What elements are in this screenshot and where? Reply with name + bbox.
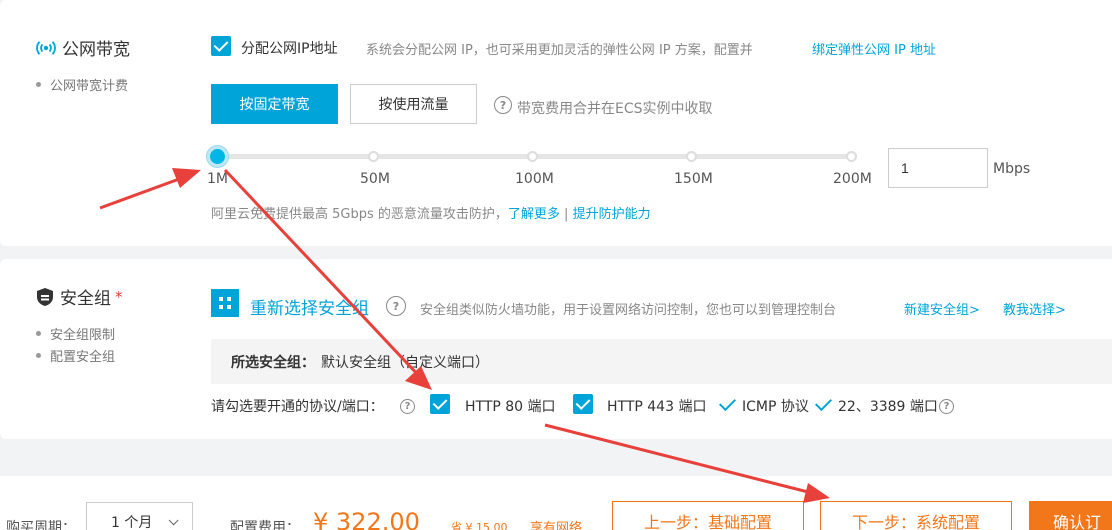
fixed-bandwidth-button[interactable]: 按固定带宽	[211, 84, 338, 124]
slider-tick	[368, 151, 379, 162]
assign-ip-desc: 系统会分配公网 IP，也可采用更加灵活的弹性公网 IP 方案，配置并	[366, 43, 753, 58]
slider-tick-label: 150M	[674, 171, 713, 187]
ssh-rdp-check-icon	[815, 394, 832, 414]
icmp-label: ICMP 协议	[742, 399, 809, 415]
savings-text: 省 ¥ 15.00	[451, 521, 508, 530]
ports-label: 请勾选要开通的协议/端口：	[211, 399, 384, 415]
ssh-rdp-help-icon[interactable]: ?	[939, 397, 954, 414]
port-80-checkbox[interactable]	[430, 394, 450, 414]
confirm-order-button[interactable]: 确认订	[1029, 501, 1112, 530]
billing-help-icon[interactable]: ?	[494, 96, 512, 114]
slider-tick	[527, 151, 538, 162]
learn-more-link[interactable]: 了解更多	[508, 207, 560, 222]
icmp-check-icon	[719, 394, 736, 414]
ssh-rdp-label: 22、3389 端口	[838, 399, 938, 415]
billing-note: 带宽费用合并在ECS实例中收取	[517, 101, 713, 117]
period-label: 购买周期：	[6, 520, 76, 530]
sub-item-sg-config[interactable]: 配置安全组	[36, 346, 115, 365]
slider-handle[interactable]	[207, 146, 228, 167]
required-mark: *	[115, 287, 123, 306]
port-80-label: HTTP 80 端口	[465, 399, 556, 415]
slider-tick-label: 50M	[360, 171, 390, 187]
fee-value: ¥ 322.00	[313, 508, 420, 530]
next-step-button[interactable]: 下一步：系统配置	[820, 501, 1012, 530]
protection-line: 阿里云免费提供最高 5Gbps 的恶意流量攻击防护，了解更多 | 提升防护能力	[211, 203, 651, 222]
security-title: 安全组	[60, 289, 111, 309]
security-help-icon[interactable]: ?	[386, 296, 406, 316]
prev-step-button[interactable]: 上一步：基础配置	[612, 501, 804, 530]
protection-text: 阿里云免费提供最高 5Gbps 的恶意流量攻击防护，	[211, 207, 508, 222]
bind-eip-link[interactable]: 绑定弹性公网 IP 地址	[812, 39, 936, 58]
chevron-down-icon	[169, 514, 179, 525]
selected-group-value: 默认安全组（自定义端口）	[321, 354, 489, 371]
port-443-checkbox[interactable]	[573, 394, 593, 414]
grid-icon[interactable]	[211, 289, 239, 317]
period-select[interactable]: 1 个月	[86, 502, 193, 530]
sub-item-sg-limits[interactable]: 安全组限制	[36, 324, 115, 343]
bandwidth-input[interactable]	[888, 148, 988, 188]
security-desc: 安全组类似防火墙功能，用于设置网络访问控制，您也可以到管理控制台	[420, 303, 837, 318]
selected-group-label: 所选安全组：	[231, 354, 315, 371]
selected-group-bar: 所选安全组： 默认安全组（自定义端口）	[211, 339, 1112, 384]
slider-tick-label: 100M	[515, 171, 554, 187]
port-443-label: HTTP 443 端口	[607, 399, 707, 415]
shield-icon	[36, 287, 54, 307]
traffic-billing-button[interactable]: 按使用流量	[350, 84, 477, 124]
bandwidth-section-title: 公网带宽	[36, 35, 130, 60]
reselect-security-group-link[interactable]: 重新选择安全组	[250, 294, 369, 319]
slider-tick-label: 1M	[207, 171, 228, 187]
assign-ip-label: 分配公网IP地址	[241, 41, 338, 57]
link-separator: |	[564, 207, 569, 222]
sub-item-billing[interactable]: 公网带宽计费	[36, 75, 128, 94]
fee-label: 配置费用：	[230, 520, 300, 530]
tutorial-link[interactable]: 教我选择>	[1003, 299, 1066, 318]
ports-help-icon[interactable]: ?	[400, 397, 415, 414]
slider-tick-label: 200M	[833, 171, 872, 187]
promo-text: 享有网络	[530, 521, 583, 530]
new-security-group-link[interactable]: 新建安全组>	[904, 299, 980, 318]
period-value: 1 个月	[111, 515, 153, 530]
assign-ip-checkbox[interactable]	[211, 36, 231, 56]
bandwidth-title: 公网带宽	[62, 40, 130, 60]
security-section-title: 安全组 *	[36, 284, 123, 309]
upgrade-protection-link[interactable]: 提升防护能力	[573, 207, 651, 222]
bandwidth-unit: Mbps	[993, 161, 1031, 177]
slider-tick	[686, 151, 697, 162]
broadcast-icon	[36, 40, 56, 56]
slider-tick	[846, 151, 857, 162]
